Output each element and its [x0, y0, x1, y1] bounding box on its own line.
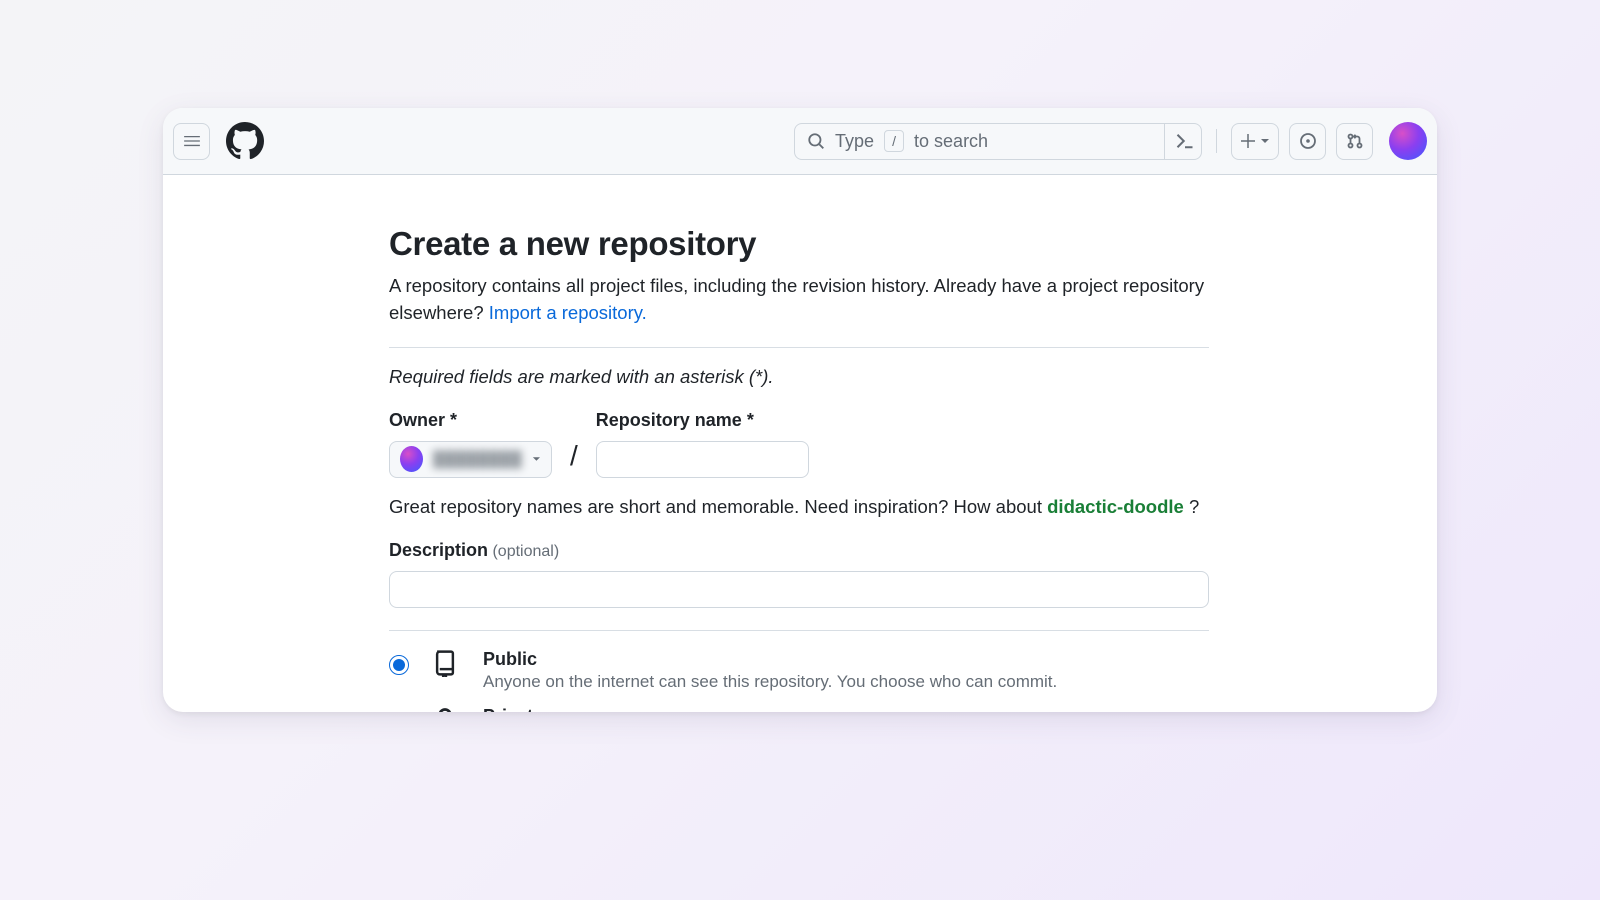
- page-content: Create a new repository A repository con…: [163, 175, 1211, 712]
- repo-name-label: Repository name *: [596, 410, 809, 431]
- description-optional-text: (optional): [488, 543, 559, 560]
- github-logo[interactable]: [226, 122, 264, 160]
- owner-repo-row: Owner * ████████ / Repository name *: [389, 410, 1211, 478]
- visibility-public-sub: Anyone on the internet can see this repo…: [483, 672, 1057, 692]
- owner-avatar-icon: [400, 446, 423, 472]
- visibility-option-public: Public Anyone on the internet can see th…: [389, 649, 1211, 692]
- description-label-text: Description: [389, 540, 488, 560]
- owner-field: Owner * ████████: [389, 410, 552, 478]
- page-subtitle: A repository contains all project files,…: [389, 273, 1209, 327]
- hamburger-icon: [183, 132, 201, 150]
- lock-icon: [431, 706, 461, 712]
- visibility-private-text: Private You choose who can see and commi…: [483, 706, 897, 712]
- owner-name-value: ████████: [433, 451, 522, 468]
- divider: [389, 630, 1209, 631]
- caret-down-icon: [1260, 136, 1270, 146]
- owner-select[interactable]: ████████: [389, 441, 552, 478]
- global-search[interactable]: Type / to search: [794, 123, 1202, 160]
- visibility-public-text: Public Anyone on the internet can see th…: [483, 649, 1057, 692]
- divider: [389, 347, 1209, 348]
- pull-requests-button[interactable]: [1336, 123, 1373, 160]
- visibility-option-private: Private You choose who can see and commi…: [389, 706, 1211, 712]
- owner-repo-slash: /: [570, 440, 578, 472]
- header-divider: [1216, 129, 1217, 153]
- repo-icon: [431, 649, 461, 682]
- description-label: Description (optional): [389, 540, 559, 560]
- plus-icon: [1240, 133, 1256, 149]
- command-palette-button[interactable]: [1164, 124, 1195, 159]
- issues-button[interactable]: [1289, 123, 1326, 160]
- visibility-public-title: Public: [483, 649, 1057, 670]
- search-slash-key: /: [884, 130, 904, 152]
- visibility-radio-public[interactable]: [389, 655, 409, 675]
- header-actions: [1231, 123, 1373, 160]
- search-icon: [807, 132, 825, 150]
- git-pull-request-icon: [1346, 132, 1364, 150]
- create-new-button[interactable]: [1231, 123, 1279, 160]
- search-text-type: Type: [835, 131, 874, 152]
- issue-circle-dot-icon: [1299, 132, 1317, 150]
- description-field: Description (optional): [389, 540, 1211, 608]
- hint-text-a: Great repository names are short and mem…: [389, 496, 1047, 517]
- description-input[interactable]: [389, 571, 1209, 608]
- global-header: Type / to search: [163, 108, 1437, 175]
- visibility-private-title: Private: [483, 706, 897, 712]
- repo-name-suggestion[interactable]: didactic-doodle: [1047, 496, 1184, 517]
- app-window: Type / to search Create a new repository: [163, 108, 1437, 712]
- search-text-tosearch: to search: [914, 131, 988, 152]
- repo-name-input[interactable]: [596, 441, 809, 478]
- terminal-icon: [1175, 131, 1195, 151]
- import-repository-link[interactable]: Import a repository.: [489, 302, 647, 323]
- user-avatar[interactable]: [1389, 122, 1427, 160]
- repo-name-hint: Great repository names are short and mem…: [389, 496, 1211, 518]
- repo-name-field: Repository name *: [596, 410, 809, 478]
- caret-down-icon: [532, 454, 541, 464]
- hamburger-menu-button[interactable]: [173, 123, 210, 160]
- hint-text-b: ?: [1189, 496, 1199, 517]
- required-fields-note: Required fields are marked with an aster…: [389, 366, 1211, 388]
- owner-label: Owner *: [389, 410, 552, 431]
- page-title: Create a new repository: [389, 225, 1211, 263]
- github-mark-icon: [226, 122, 264, 160]
